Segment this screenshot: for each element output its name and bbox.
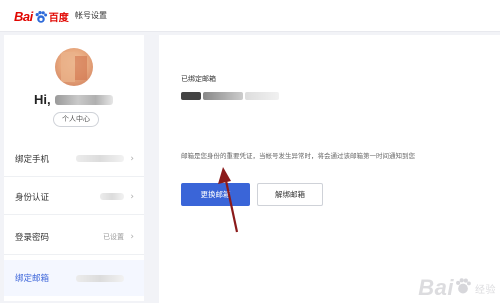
watermark: Bai 经验 [418,275,496,301]
email-hint-text: 邮箱是您身份的重要凭证，当帐号发生异常时，将会通过该邮箱第一时间通知到您 [181,152,415,160]
masked-email-value [76,274,124,282]
user-center-button[interactable]: 个人中心 [53,112,99,127]
baidu-logo[interactable]: Bai 百度 [14,7,69,25]
email-settings-panel: 已绑定邮箱 邮箱是您身份的重要凭证，当帐号发生异常时，将会通过该邮箱第一时间通知… [159,35,500,303]
watermark-sub: 经验 [475,284,496,296]
sidebar-item-identity[interactable]: 身份认证 › [4,179,144,215]
masked-part [203,92,243,100]
sidebar-item-label: 身份认证 [15,192,50,203]
sidebar-item-password[interactable]: 登录密码 已设置 › [4,219,144,255]
sidebar-item-label: 绑定手机 [15,154,50,165]
password-status: 已设置 [103,232,124,241]
account-sidebar: Hi, 个人中心 绑定手机 › 身份认证 › 登录密码 已设置 › 绑定邮箱 [4,35,144,301]
sidebar-item-bind-phone[interactable]: 绑定手机 › [4,141,144,177]
paw-icon [34,9,48,23]
masked-email-address [181,90,281,102]
user-greeting: Hi, [34,92,113,107]
chevron-right-icon: › [130,191,134,202]
avatar-blur [75,56,87,80]
greeting-text: Hi, [34,92,51,107]
bound-email-label: 已绑定邮箱 [181,75,216,83]
chevron-right-icon: › [130,153,134,164]
chevron-right-icon: › [130,231,134,242]
masked-part [181,92,201,100]
paw-icon [454,275,472,301]
top-bar: Bai 百度 帐号设置 [0,0,500,32]
logo-suffix: 百度 [48,12,69,24]
masked-phone-value [76,155,124,162]
sidebar-item-bind-email[interactable]: 绑定邮箱 [4,260,144,296]
masked-part [245,92,279,100]
avatar[interactable] [55,48,93,86]
avatar-blur [61,52,75,82]
sidebar-item-label: 登录密码 [15,232,50,243]
masked-username [54,94,113,105]
page-title: 帐号设置 [75,11,107,20]
sidebar-item-label: 绑定邮箱 [15,274,50,284]
logo-text: Bai [14,8,33,24]
change-email-button[interactable]: 更换邮箱 [181,183,250,206]
watermark-text: Bai [418,275,454,300]
masked-identity-value [100,193,124,200]
unbind-email-button[interactable]: 解绑邮箱 [257,183,323,206]
